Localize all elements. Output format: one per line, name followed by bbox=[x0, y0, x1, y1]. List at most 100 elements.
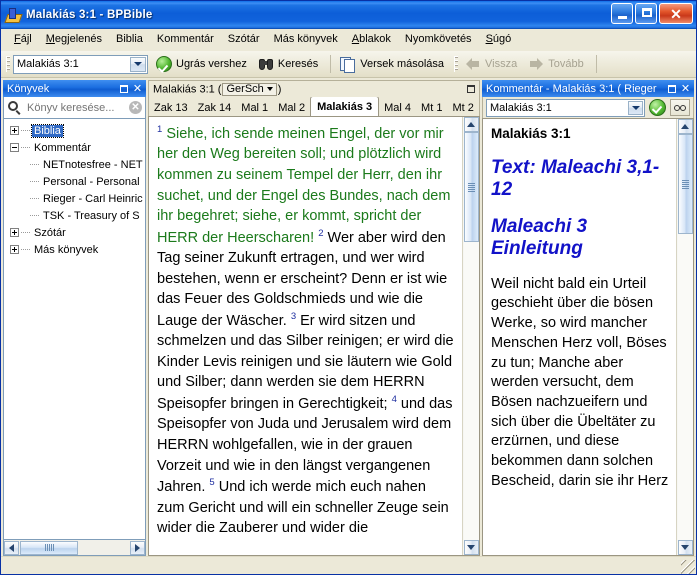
tree-item-netnotesfree[interactable]: NETnotesfree - NET bbox=[4, 156, 145, 173]
tree-item-label: TSK - Treasury of S bbox=[43, 209, 140, 222]
tree-item-rieger[interactable]: Rieger - Carl Heinric bbox=[4, 190, 145, 207]
tab-mt-1[interactable]: Mt 1 bbox=[416, 100, 448, 116]
back-button[interactable]: Vissza bbox=[461, 52, 524, 76]
tab-zak-14[interactable]: Zak 14 bbox=[192, 100, 237, 116]
resize-grip[interactable] bbox=[681, 560, 695, 574]
goto-verse-label: Ugrás vershez bbox=[176, 58, 247, 70]
float-icon[interactable] bbox=[117, 82, 130, 95]
tab-mt-3[interactable]: Mt 3 bbox=[478, 100, 479, 116]
tab-mt-2[interactable]: Mt 2 bbox=[447, 100, 479, 116]
toolbar-grip-2[interactable] bbox=[454, 56, 459, 72]
tree-item-label: Más könyvek bbox=[34, 243, 99, 256]
verse-number[interactable]: 3 bbox=[291, 311, 296, 322]
menu-item-ablakok[interactable]: Ablakok bbox=[345, 31, 398, 48]
menu-item-mas-konyvek[interactable]: Más könyvek bbox=[267, 31, 345, 48]
tree-connector bbox=[30, 198, 39, 199]
expander-minus-icon[interactable] bbox=[10, 143, 19, 152]
tree-item-tsk[interactable]: TSK - Treasury of S bbox=[4, 207, 145, 224]
copy-icon bbox=[340, 56, 356, 73]
close-panel-icon[interactable]: ✕ bbox=[131, 82, 144, 95]
menu-item-nyomkovetes[interactable]: Nyomkövetés bbox=[398, 31, 479, 48]
bible-text[interactable]: 1 Siehe, ich sende meinen Engel, der vor… bbox=[149, 117, 462, 555]
chapter-tabstrip[interactable]: Zak 13 Zak 14 Mal 1 Mal 2 Malakiás 3 Mal… bbox=[148, 97, 480, 116]
commentary-subheading-1: Text: Maleachi 3,1-12 bbox=[491, 157, 660, 201]
bible-version-combo[interactable]: GerSch bbox=[222, 82, 277, 96]
maximize-icon[interactable] bbox=[635, 3, 657, 24]
book-search-input[interactable] bbox=[25, 100, 129, 115]
menu-item-sugo[interactable]: Súgó bbox=[479, 31, 519, 48]
expander-plus-icon[interactable] bbox=[10, 126, 19, 135]
expander-plus-icon[interactable] bbox=[10, 245, 19, 254]
book-search-row: ✕ bbox=[3, 97, 146, 119]
chevron-down-icon[interactable] bbox=[628, 100, 643, 115]
window-controls: ✕ bbox=[611, 3, 693, 24]
vscroll-thumb[interactable] bbox=[677, 134, 693, 234]
chevron-down-icon[interactable] bbox=[130, 56, 146, 72]
tab-mal-2[interactable]: Mal 2 bbox=[273, 100, 311, 116]
menu-item-szotar[interactable]: Szótár bbox=[221, 31, 267, 48]
tree-item-biblia[interactable]: Biblia bbox=[4, 122, 145, 139]
reference-combo[interactable]: Malakiás 3:1 bbox=[13, 54, 148, 74]
scroll-left-icon[interactable] bbox=[4, 540, 19, 555]
hscroll-thumb[interactable] bbox=[20, 540, 78, 555]
verse-text[interactable]: Siehe, ich sende meinen Engel, der vor m… bbox=[157, 126, 450, 246]
scroll-up-icon[interactable] bbox=[677, 119, 693, 134]
tree-item-szotar[interactable]: Szótár bbox=[4, 224, 145, 241]
scroll-right-icon[interactable] bbox=[130, 540, 145, 555]
menu-item-megjelenes[interactable]: Megjelenés bbox=[39, 31, 109, 48]
tree-connector bbox=[21, 249, 30, 250]
menu-item-biblia[interactable]: Biblia bbox=[109, 31, 150, 48]
binoculars-icon bbox=[258, 56, 274, 72]
scroll-up-icon[interactable] bbox=[463, 117, 479, 132]
tab-mal-1[interactable]: Mal 1 bbox=[236, 100, 274, 116]
books-tree[interactable]: Biblia Kommentár NETnotesfree - NET Pers… bbox=[3, 119, 146, 540]
vscroll-track[interactable] bbox=[677, 234, 693, 540]
books-tree-hscrollbar[interactable] bbox=[3, 540, 146, 556]
forward-button[interactable]: Tovább bbox=[524, 52, 590, 76]
tab-mal-4[interactable]: Mal 4 bbox=[379, 100, 417, 116]
window-title: Malakiás 3:1 - BPBible bbox=[26, 8, 153, 21]
menu-label-sugo: úgó bbox=[492, 33, 512, 45]
tree-item-personal[interactable]: Personal - Personal bbox=[4, 173, 145, 190]
chain-link-icon[interactable] bbox=[670, 99, 690, 116]
commentary-reference-combo[interactable]: Malakiás 3:1 bbox=[486, 98, 645, 117]
close-icon[interactable]: ✕ bbox=[659, 3, 693, 24]
scroll-down-icon[interactable] bbox=[677, 540, 693, 555]
status-bar bbox=[1, 556, 696, 574]
tab-malakias-3[interactable]: Malakiás 3 bbox=[310, 97, 380, 116]
verse-number[interactable]: 4 bbox=[392, 394, 397, 405]
tree-connector bbox=[21, 232, 30, 233]
tab-zak-13[interactable]: Zak 13 bbox=[149, 100, 193, 116]
tree-connector bbox=[21, 130, 30, 131]
bible-vscrollbar[interactable] bbox=[462, 117, 479, 555]
verse-number[interactable]: 1 bbox=[157, 124, 162, 135]
tree-item-kommentar[interactable]: Kommentár bbox=[4, 139, 145, 156]
goto-verse-button[interactable]: Ugrás vershez bbox=[152, 52, 254, 76]
search-label: Keresés bbox=[277, 58, 319, 70]
menu-label-fajl: ájl bbox=[20, 33, 32, 45]
commentary-vscrollbar[interactable] bbox=[676, 119, 693, 555]
close-panel-icon[interactable]: ✕ bbox=[679, 82, 692, 95]
minimize-icon[interactable] bbox=[611, 3, 633, 24]
float-icon[interactable] bbox=[464, 83, 477, 96]
commentary-text[interactable]: Malakiás 3:1 Text: Maleachi 3,1-12 Malea… bbox=[483, 119, 676, 555]
menu-bar: FFájlájl Megjelenés Biblia Kommentár Szó… bbox=[1, 29, 696, 51]
vscroll-track[interactable] bbox=[463, 242, 479, 540]
tree-item-mas-konyvek[interactable]: Más könyvek bbox=[4, 241, 145, 258]
scroll-down-icon[interactable] bbox=[463, 540, 479, 555]
toolbar-grip-1[interactable] bbox=[6, 56, 10, 72]
search-button[interactable]: Keresés bbox=[254, 52, 325, 76]
vscroll-thumb[interactable] bbox=[463, 132, 479, 242]
verse-number[interactable]: 2 bbox=[318, 228, 323, 239]
green-check-icon[interactable] bbox=[649, 99, 666, 116]
menu-item-kommentar[interactable]: Kommentár bbox=[150, 31, 221, 48]
bible-panel-caption: Malakiás 3:1 (GerSch) bbox=[148, 80, 480, 97]
expander-plus-icon[interactable] bbox=[10, 228, 19, 237]
menu-item-fajl[interactable]: FFájlájl bbox=[7, 31, 39, 48]
commentary-panel-caption: Kommentár - Malakiás 3:1 ( Rieger ✕ bbox=[482, 80, 694, 97]
float-icon[interactable] bbox=[665, 82, 678, 95]
copy-verses-button[interactable]: Versek másolása bbox=[336, 52, 451, 76]
verse-number[interactable]: 5 bbox=[209, 477, 214, 488]
commentary-heading: Malakiás 3:1 bbox=[491, 126, 571, 141]
clear-search-icon[interactable]: ✕ bbox=[129, 101, 142, 114]
